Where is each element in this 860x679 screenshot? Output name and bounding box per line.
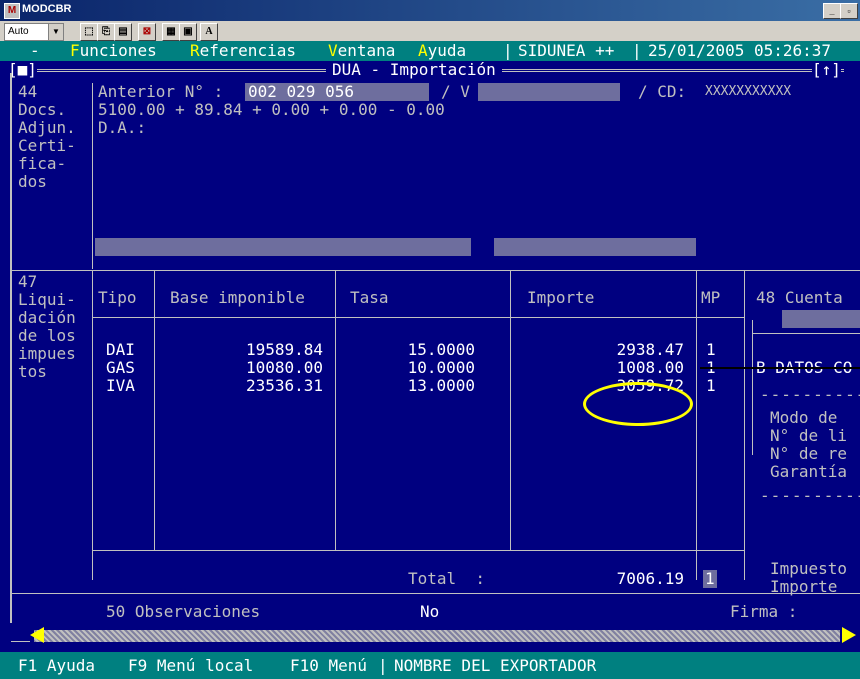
box47-label: 47 Liqui- dación de los impues tos	[18, 272, 76, 381]
box44-divider	[92, 83, 93, 269]
zoom-select[interactable]: Auto ▼	[4, 23, 64, 41]
cell-importe: 2938.47	[616, 340, 684, 359]
da-label: D.A.:	[98, 118, 147, 137]
strike-line	[700, 367, 860, 369]
header-base: Base imponible	[170, 288, 305, 307]
firma-label: Firma :	[730, 602, 798, 621]
header-importe: Importe	[527, 288, 595, 307]
highlight-ellipse	[583, 382, 693, 426]
anterior-value: 002 029 056	[248, 82, 354, 101]
f10-menu[interactable]: F10 Menú	[290, 652, 367, 679]
cell-tipo: DAI	[106, 340, 135, 359]
current-field-name: NOMBRE DEL EXPORTADOR	[394, 656, 597, 675]
menu-item-referencias[interactable]: Referencias	[190, 41, 296, 61]
cell-tipo: IVA	[106, 376, 135, 395]
cell-tipo: GAS	[106, 358, 135, 377]
copy-icon[interactable]: ⎘	[97, 23, 115, 41]
cd-label: / CD:	[638, 82, 687, 101]
table-border	[510, 270, 511, 550]
cell-base: 23536.31	[245, 376, 323, 395]
docs-field-1[interactable]	[95, 238, 471, 256]
scroll-right-icon[interactable]	[842, 627, 856, 643]
form-title: DUA - Importación	[326, 61, 502, 79]
menu-item-funciones[interactable]: Funciones	[70, 41, 157, 61]
v-field[interactable]	[478, 83, 620, 101]
cell-mp: 1	[706, 340, 716, 359]
menu-separator: |	[503, 41, 513, 60]
dashed-separator: ----------	[760, 385, 860, 404]
cell-mp: 1	[706, 376, 716, 395]
total-value: 7006.19	[616, 569, 684, 588]
menu-dash: -	[30, 41, 40, 60]
box44-bottom-border	[11, 270, 860, 271]
table-border	[335, 270, 336, 550]
total-label: Total :	[408, 569, 486, 588]
scroll-left-icon[interactable]	[30, 627, 44, 643]
datetime: 25/01/2005 05:26:37	[648, 41, 832, 60]
table-header-border	[92, 317, 744, 318]
cell-base: 10080.00	[245, 358, 323, 377]
toolbar: Auto ▼ ⬚ ⎘ ▤ ⊠ ▦ ▣ A	[0, 21, 860, 41]
form-left-border	[10, 73, 12, 623]
observaciones-value: No	[420, 602, 440, 621]
cell-tasa: 15.0000	[407, 340, 475, 359]
system-name: SIDUNEA ++	[518, 41, 615, 60]
cell-base: 19589.84	[245, 340, 323, 359]
f1-help[interactable]: F1 Ayuda	[18, 652, 95, 679]
cuenta-field[interactable]	[782, 310, 860, 328]
select-icon[interactable]: ⬚	[80, 23, 98, 41]
box48-border	[752, 333, 860, 334]
close-box[interactable]: [■]	[8, 61, 37, 79]
observaciones-label: 50 Observaciones	[106, 602, 261, 621]
cell-tasa: 10.0000	[407, 358, 475, 377]
window-title: MODCBR	[22, 3, 72, 15]
box48-lines: Modo de N° de li N° de re Garantía	[770, 408, 848, 481]
window-title-bar: M MODCBR _ ▫	[0, 0, 860, 21]
header-tasa: Tasa	[350, 288, 389, 307]
table-border	[744, 270, 745, 580]
header-mp: MP	[701, 288, 721, 307]
sum-line: 5100.00 + 89.84 + 0.00 + 0.00 - 0.00	[98, 100, 445, 119]
minimize-button[interactable]: _	[823, 3, 841, 19]
zoom-box[interactable]: [↑]	[812, 61, 841, 79]
chevron-down-icon[interactable]: ▼	[48, 24, 63, 40]
cell-tasa: 13.0000	[407, 376, 475, 395]
anterior-label: Anterior N° :	[98, 82, 224, 101]
header-tipo: Tipo	[98, 288, 137, 307]
status-bar: F1 Ayuda F9 Menú local F10 Menú | NOMBRE DEL…	[0, 652, 860, 679]
terminal-screen: - Funciones Referencias Ventana Ayuda | SIDUNE…	[0, 41, 860, 679]
table-border	[154, 270, 155, 550]
font-icon[interactable]: A	[200, 23, 218, 41]
dashed-separator: ----------	[760, 486, 860, 505]
v-label: / V	[441, 82, 470, 101]
docs-field-2[interactable]	[494, 238, 696, 256]
status-separator: |	[378, 656, 388, 675]
menu-item-ventana[interactable]: Ventana	[328, 41, 395, 61]
cell-importe: 1008.00	[616, 358, 684, 377]
zoom-value: Auto	[8, 26, 29, 37]
box48-title: 48 Cuenta	[756, 288, 843, 307]
fullscreen-icon[interactable]: ⊠	[138, 23, 156, 41]
paste-icon[interactable]: ▤	[114, 23, 132, 41]
menu-item-ayuda[interactable]: Ayuda	[418, 41, 466, 61]
box48-border	[752, 320, 753, 455]
table-total-border	[92, 550, 744, 551]
menu-bar: - Funciones Referencias Ventana Ayuda | SIDUNE…	[0, 41, 860, 61]
total-mp[interactable]: 1	[703, 570, 717, 588]
horizontal-scrollbar[interactable]	[34, 630, 840, 642]
background-icon[interactable]: ▣	[179, 23, 197, 41]
box44-label: 44 Docs. Adjun. Certi- fica- dos	[18, 82, 76, 191]
f9-local-menu[interactable]: F9 Menú local	[128, 652, 253, 679]
app-icon: M	[4, 3, 20, 19]
cd-value: XXXXXXXXXXX	[705, 84, 792, 99]
box50-border	[11, 593, 860, 594]
form-bottom-border	[11, 641, 30, 642]
menu-separator: |	[632, 41, 642, 60]
maximize-button[interactable]: ▫	[840, 3, 858, 19]
impuesto-label: Impuesto	[770, 559, 848, 578]
properties-icon[interactable]: ▦	[162, 23, 180, 41]
